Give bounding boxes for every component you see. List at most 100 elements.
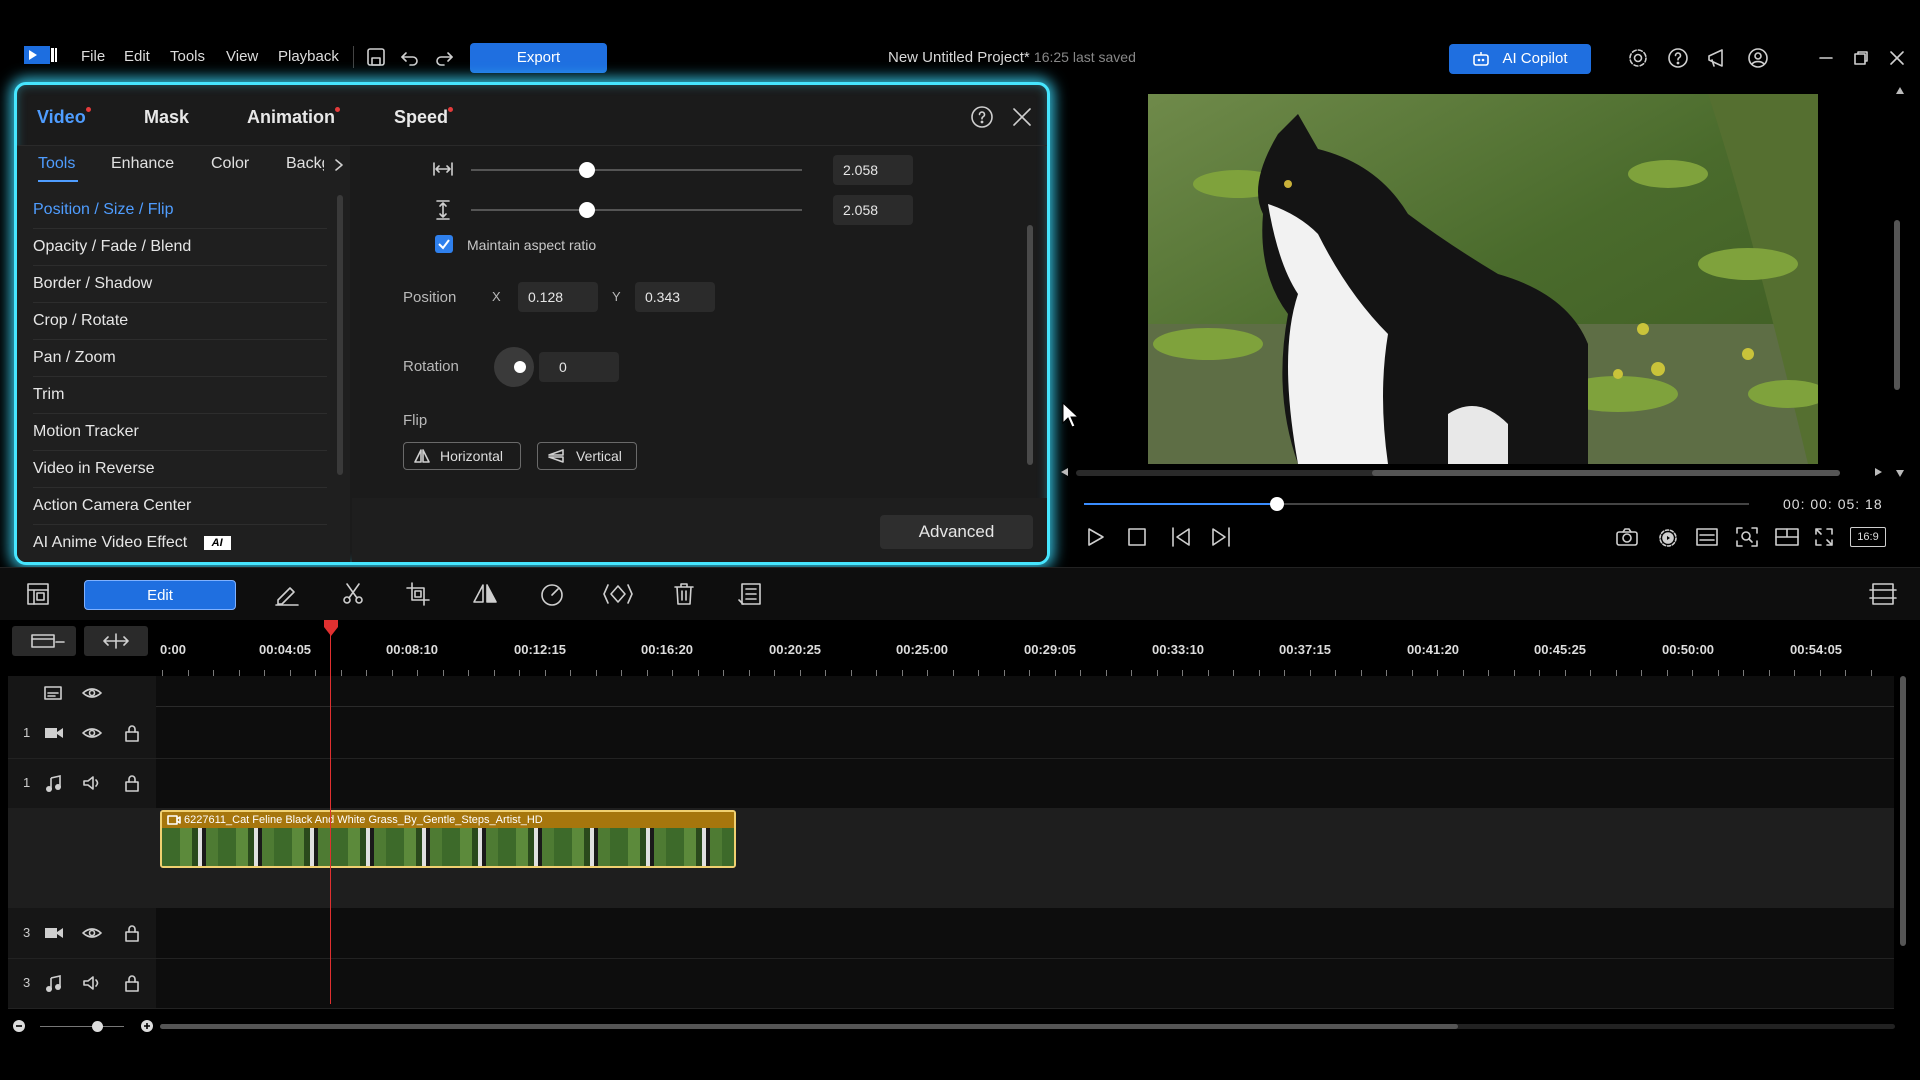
- chevron-right-icon[interactable]: [334, 158, 344, 172]
- zoom-out-icon[interactable]: [12, 1019, 26, 1033]
- tab-video[interactable]: Video: [37, 107, 91, 128]
- edit-button[interactable]: Edit: [84, 580, 236, 610]
- menu-file[interactable]: File: [81, 48, 105, 65]
- track-row[interactable]: [8, 758, 1894, 809]
- timeline-vertical-scrollbar[interactable]: [1900, 676, 1906, 946]
- height-slider[interactable]: [471, 209, 802, 211]
- preview-scroll-up-icon[interactable]: [1895, 86, 1905, 96]
- flip-icon[interactable]: [472, 582, 498, 606]
- width-value-field[interactable]: 2.058: [833, 155, 913, 185]
- render-preview-icon[interactable]: [1656, 526, 1680, 548]
- panel-close-icon[interactable]: [1012, 107, 1032, 127]
- panel-help-icon[interactable]: [970, 105, 994, 129]
- split-scissors-icon[interactable]: [341, 582, 365, 606]
- settings-gear-icon[interactable]: [1627, 47, 1649, 69]
- zoom-slider-thumb[interactable]: [92, 1021, 103, 1032]
- tool-ai-anime-video-effect[interactable]: AI Anime Video Effect AI: [33, 525, 327, 561]
- rotation-value-field[interactable]: 0: [539, 352, 619, 382]
- playback-progress-thumb[interactable]: [1269, 497, 1284, 511]
- subtitle-icon[interactable]: [1696, 527, 1718, 547]
- aspect-ratio-button[interactable]: 16:9: [1850, 527, 1886, 547]
- media-library-icon[interactable]: [26, 582, 50, 606]
- tool-border-shadow[interactable]: Border / Shadow: [33, 266, 327, 303]
- maintain-aspect-checkbox[interactable]: [435, 235, 453, 253]
- tool-video-in-reverse[interactable]: Video in Reverse: [33, 451, 327, 488]
- ai-copilot-button[interactable]: AI Copilot: [1449, 44, 1591, 74]
- video-clip[interactable]: 6227611_Cat Feline Black And White Grass…: [160, 810, 736, 868]
- flip-vertical-button[interactable]: Vertical: [537, 442, 637, 470]
- subtab-background[interactable]: Backg: [286, 155, 324, 173]
- export-button[interactable]: Export: [470, 43, 607, 73]
- position-y-field[interactable]: 0.343: [635, 282, 715, 312]
- menu-tools[interactable]: Tools: [170, 48, 205, 65]
- keyframe-icon[interactable]: [603, 582, 633, 606]
- preview-horizontal-scrollbar[interactable]: [1372, 470, 1840, 476]
- menu-view[interactable]: View: [226, 48, 258, 65]
- minimize-icon[interactable]: [1818, 50, 1834, 66]
- eye-icon[interactable]: [82, 685, 102, 701]
- menu-edit[interactable]: Edit: [124, 48, 150, 65]
- zoom-slider-track[interactable]: [40, 1026, 124, 1027]
- preview-scroll-right-icon[interactable]: [1873, 467, 1883, 477]
- lock-icon[interactable]: [124, 974, 140, 992]
- advanced-button[interactable]: Advanced: [880, 515, 1033, 549]
- next-frame-icon[interactable]: [1210, 526, 1232, 548]
- timeline-horizontal-scrollbar[interactable]: [160, 1024, 1458, 1029]
- fullscreen-icon[interactable]: [1814, 527, 1834, 547]
- width-slider-thumb[interactable]: [578, 162, 595, 178]
- rotation-dial[interactable]: [494, 347, 534, 387]
- help-icon[interactable]: [1667, 47, 1689, 69]
- track-row[interactable]: [8, 908, 1894, 959]
- tool-crop-rotate[interactable]: Crop / Rotate: [33, 303, 327, 340]
- lock-icon[interactable]: [124, 924, 140, 942]
- add-track-button[interactable]: [12, 626, 76, 656]
- redo-icon[interactable]: [434, 47, 454, 67]
- tool-pan-zoom[interactable]: Pan / Zoom: [33, 340, 327, 377]
- playhead-handle[interactable]: [323, 619, 339, 637]
- preview-vertical-scrollbar[interactable]: [1894, 220, 1900, 390]
- position-x-field[interactable]: 0.128: [518, 282, 598, 312]
- zoom-preview-icon[interactable]: [1736, 527, 1758, 547]
- close-window-icon[interactable]: [1889, 50, 1905, 66]
- speed-icon[interactable]: [539, 582, 565, 606]
- edit-pen-icon[interactable]: [274, 582, 300, 606]
- tool-trim[interactable]: Trim: [33, 377, 327, 414]
- snapshot-camera-icon[interactable]: [1615, 527, 1639, 547]
- preview-scroll-left-icon[interactable]: [1060, 467, 1070, 477]
- speaker-icon[interactable]: [82, 975, 102, 991]
- tool-opacity-fade-blend[interactable]: Opacity / Fade / Blend: [33, 229, 327, 266]
- fit-timeline-button[interactable]: [84, 626, 148, 656]
- tool-position-size-flip[interactable]: Position / Size / Flip: [33, 192, 327, 229]
- timeline-settings-icon[interactable]: [1869, 582, 1897, 606]
- layout-grid-icon[interactable]: [1775, 527, 1799, 547]
- subtab-color[interactable]: Color: [211, 155, 249, 173]
- tab-animation[interactable]: Animation: [247, 107, 340, 128]
- subtab-enhance[interactable]: Enhance: [111, 155, 174, 173]
- undo-icon[interactable]: [400, 47, 420, 67]
- eye-icon[interactable]: [82, 925, 102, 941]
- zoom-in-icon[interactable]: [140, 1019, 154, 1033]
- stop-icon[interactable]: [1127, 527, 1147, 547]
- tools-scrollbar[interactable]: [337, 195, 343, 475]
- restore-icon[interactable]: [1853, 50, 1869, 66]
- track-row[interactable]: [8, 708, 1894, 759]
- height-slider-thumb[interactable]: [578, 202, 595, 218]
- subtab-tools[interactable]: Tools: [38, 155, 75, 173]
- video-preview[interactable]: [1148, 94, 1818, 464]
- play-icon[interactable]: [1084, 526, 1106, 548]
- flip-horizontal-button[interactable]: Horizontal: [403, 442, 521, 470]
- tool-action-camera-center[interactable]: Action Camera Center: [33, 488, 327, 525]
- lock-icon[interactable]: [124, 774, 140, 792]
- lock-icon[interactable]: [124, 724, 140, 742]
- tab-mask[interactable]: Mask: [144, 107, 189, 128]
- previous-frame-icon[interactable]: [1170, 526, 1192, 548]
- subtitle-track-icon[interactable]: [44, 685, 62, 701]
- width-slider[interactable]: [471, 169, 802, 171]
- eye-icon[interactable]: [82, 725, 102, 741]
- delete-trash-icon[interactable]: [673, 582, 695, 606]
- tool-motion-tracker[interactable]: Motion Tracker: [33, 414, 327, 451]
- speaker-icon[interactable]: [82, 775, 102, 791]
- tab-speed[interactable]: Speed: [394, 107, 453, 128]
- crop-icon[interactable]: [406, 582, 432, 606]
- account-icon[interactable]: [1747, 47, 1769, 69]
